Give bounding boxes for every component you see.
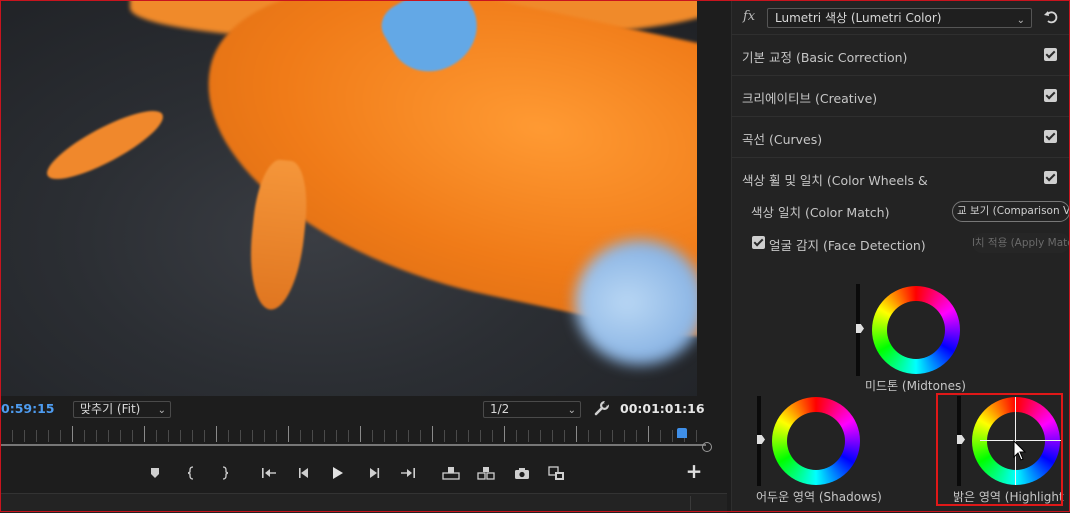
go-to-out-icon[interactable] [395,458,421,488]
shadows-color-wheel[interactable] [772,397,860,485]
midtones-label: 미드톤 (Midtones) [865,379,966,393]
apply-match-button[interactable]: l치 적용 (Apply Matc [972,233,1070,253]
play-icon[interactable] [325,458,351,488]
section-enable-checkbox[interactable] [1044,171,1057,184]
transport-controls [0,458,712,488]
face-detection-label: 얼굴 감지 (Face Detection) [769,238,926,253]
current-timecode[interactable]: 0:59:15 [1,401,55,416]
section-enable-checkbox[interactable] [1044,89,1057,102]
playback-resolution-select[interactable]: 1/2 ⌄ [483,401,581,418]
chevron-down-icon: ⌄ [1016,15,1025,26]
section-curves[interactable]: 곡선 (Curves) [731,116,1070,157]
program-monitor-video[interactable] [0,0,697,396]
face-detection-checkbox[interactable] [752,236,765,249]
comparison-view-button[interactable]: 교 보기 (Comparison Vie [952,201,1070,222]
bottom-panel-strip [0,493,727,513]
video-finger [575,240,697,365]
effect-select[interactable]: Lumetri 색상 (Lumetri Color) ⌄ [767,8,1032,28]
step-back-icon[interactable] [291,458,317,488]
section-label: 기본 교정 (Basic Correction) [742,50,908,65]
zoom-level-select[interactable]: 맞추기 (Fit) ⌄ [73,401,171,418]
sequence-name-clipped: • [1010,0,1017,6]
lift-icon[interactable] [438,458,464,488]
chevron-down-icon: ⌄ [567,405,576,416]
effect-select-value: Lumetri 색상 (Lumetri Color) [775,11,942,25]
wrench-icon[interactable] [593,400,610,417]
zoom-handle[interactable] [702,442,712,452]
section-basic-correction[interactable]: 기본 교정 (Basic Correction) [731,34,1070,75]
fx-icon: fx [743,9,756,24]
chevron-down-icon: ⌄ [157,405,166,416]
section-enable-checkbox[interactable] [1044,130,1057,143]
midtones-color-wheel[interactable] [872,286,960,374]
playhead[interactable] [677,428,687,438]
marker-icon[interactable] [142,458,168,488]
resolution-value: 1/2 [490,402,510,416]
section-label: 색상 휠 및 일치 (Color Wheels & [742,173,928,188]
section-color-wheels[interactable]: 색상 휠 및 일치 (Color Wheels & [731,157,1070,198]
duration-timecode: 00:01:01:16 [620,401,705,416]
comparison-view-icon[interactable] [544,458,570,488]
time-ruler[interactable] [0,426,712,454]
color-match-label: 색상 일치 (Color Match) [751,205,890,220]
mark-out-icon[interactable] [211,458,237,488]
section-label: 크리에이티브 (Creative) [742,91,878,106]
mark-in-icon[interactable] [179,458,205,488]
zoom-level-value: 맞추기 (Fit) [80,402,141,416]
step-forward-icon[interactable] [361,458,387,488]
reset-icon[interactable] [1043,9,1059,25]
section-enable-checkbox[interactable] [1044,48,1057,61]
section-creative[interactable]: 크리에이티브 (Creative) [731,75,1070,116]
add-button-icon[interactable]: + [684,459,704,483]
shadows-label: 어두운 영역 (Shadows) [756,490,882,504]
camera-icon[interactable] [509,458,535,488]
mouse-cursor-icon [1013,439,1027,462]
section-label: 곡선 (Curves) [742,132,823,147]
highlights-wheel-annotation-box [936,393,1063,506]
ruler-major-ticks [0,426,700,442]
go-to-in-icon[interactable] [256,458,282,488]
ruler-track [0,444,706,446]
extract-icon[interactable] [473,458,499,488]
divider [690,496,691,510]
